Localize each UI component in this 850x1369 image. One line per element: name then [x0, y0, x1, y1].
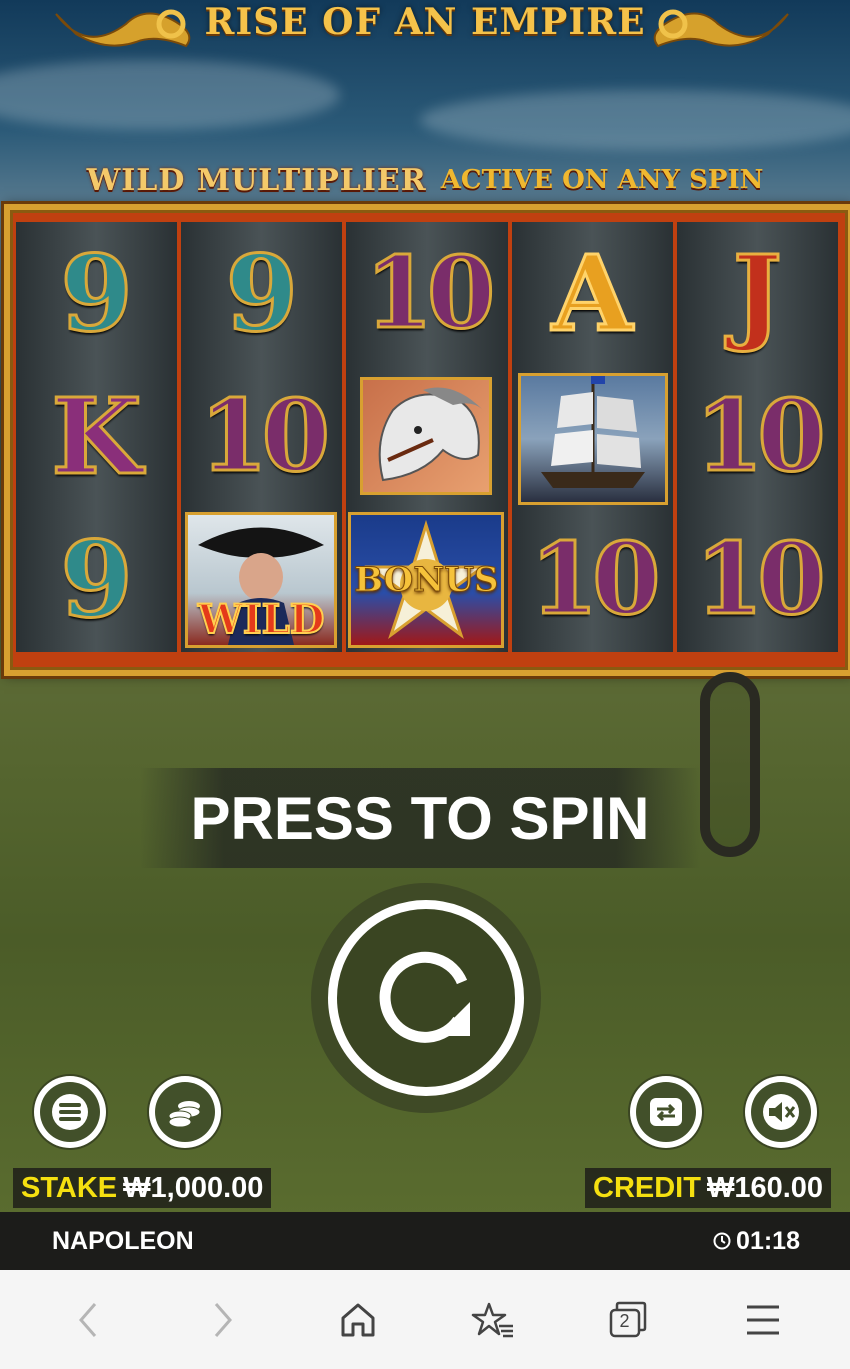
stake-coins-button[interactable] — [149, 1076, 221, 1148]
reel-cell: K — [16, 365, 177, 508]
sound-button-inner — [751, 1082, 811, 1142]
stake-display: STAKE ₩1,000.00 — [13, 1168, 272, 1208]
refresh-arrow-icon — [379, 951, 470, 1043]
star-bookmarks-icon — [471, 1302, 513, 1337]
reel-cell: A — [512, 222, 673, 365]
gold-flourish-right — [653, 9, 789, 48]
reel-cell — [512, 365, 673, 508]
symbol-9: 9 — [59, 231, 134, 355]
horse-head-icon — [379, 387, 484, 482]
bonus-label: BONUS — [354, 560, 499, 601]
reel-cell: 10 — [677, 508, 838, 651]
game-title-bar: RISE OF AN EMPIRE — [0, 0, 850, 52]
cannon-wheel-decoration — [700, 672, 760, 857]
sailing-ship-icon — [540, 376, 645, 488]
credit-value: ₩160.00 — [706, 1171, 824, 1204]
reel-cell: BONUS — [346, 508, 507, 651]
slot-game-screen: RISE OF AN EMPIRE WILD MULTIPLIER ACTIVE… — [0, 0, 850, 1369]
reel-cell: 10 — [677, 365, 838, 508]
symbol-k: K — [50, 374, 143, 498]
reel-cell: 10 — [346, 222, 507, 365]
reel-cell — [346, 365, 507, 508]
browser-menu-button[interactable] — [728, 1285, 798, 1355]
reel-3: 10 BONUS — [346, 222, 508, 652]
reel-cell: 10 — [181, 365, 342, 508]
stake-value: ₩1,000.00 — [123, 1171, 264, 1204]
reel-4: A 10 — [511, 222, 673, 652]
ship-symbol — [517, 373, 668, 505]
symbol-10: 10 — [694, 521, 827, 637]
symbol-a: A — [550, 231, 634, 355]
speaker-muted-icon — [763, 1094, 799, 1130]
tab-count: 2 — [619, 1310, 630, 1331]
reel-cell: 10 — [512, 508, 673, 651]
game-footer-bar: NAPOLEON 01:18 — [0, 1212, 850, 1270]
spin-button-ring — [311, 883, 541, 1113]
home-icon — [341, 1303, 374, 1336]
credit-display: CREDIT ₩160.00 — [585, 1168, 832, 1208]
credit-label: CREDIT — [593, 1171, 701, 1204]
reel-cell: 9 — [181, 222, 342, 365]
wild-symbol: WILD — [185, 512, 338, 648]
reel-2: 9 10 WILD — [181, 222, 343, 652]
symbol-10: 10 — [363, 235, 496, 351]
chevron-left-icon — [78, 1302, 96, 1337]
chevron-right-icon — [214, 1302, 232, 1337]
banner-main-text: WILD MULTIPLIER — [86, 162, 427, 198]
coins-icon — [168, 1101, 201, 1128]
autoplay-repeat-icon — [650, 1098, 682, 1126]
bonus-symbol: BONUS — [348, 512, 505, 648]
symbol-j: J — [731, 231, 783, 355]
browser-nav-bar: 2 — [0, 1270, 850, 1369]
sound-toggle-button[interactable] — [745, 1076, 817, 1148]
session-clock: 01:18 — [712, 1227, 800, 1256]
browser-home-button[interactable] — [323, 1285, 393, 1355]
symbol-9: 9 — [59, 517, 134, 641]
game-title: RISE OF AN EMPIRE — [204, 1, 646, 43]
symbol-10: 10 — [529, 521, 662, 637]
reel-cell: 9 — [16, 508, 177, 651]
reel-grid: 9 K 9 9 10 WILD 10 BONUS A 10 J 10 10 — [16, 222, 839, 652]
symbol-9: 9 — [224, 231, 299, 355]
stake-label: STAKE — [21, 1171, 118, 1204]
browser-forward-button[interactable] — [188, 1285, 258, 1355]
horse-symbol — [360, 377, 493, 495]
reel-cell: 9 — [16, 222, 177, 365]
wild-label: WILD — [197, 595, 325, 644]
press-to-spin-banner: PRESS TO SPIN — [140, 768, 700, 868]
reel-1: 9 K 9 — [16, 222, 178, 652]
browser-back-button[interactable] — [53, 1285, 123, 1355]
banner-sub-text: ACTIVE ON ANY SPIN — [440, 165, 764, 195]
browser-tabs-button[interactable]: 2 — [593, 1285, 663, 1355]
hamburger-icon — [52, 1094, 88, 1130]
menu-button-inner — [40, 1082, 100, 1142]
autoplay-button-inner — [636, 1082, 696, 1142]
menu-lines-icon — [746, 1305, 779, 1334]
autoplay-button[interactable] — [630, 1076, 702, 1148]
symbol-10: 10 — [694, 378, 827, 494]
clock-icon — [713, 1232, 731, 1250]
game-name: NAPOLEON — [52, 1226, 194, 1255]
browser-bookmarks-button[interactable] — [458, 1285, 528, 1355]
coins-button-inner — [155, 1082, 215, 1142]
wild-multiplier-banner: WILD MULTIPLIER ACTIVE ON ANY SPIN — [0, 158, 850, 202]
reel-cell: J — [677, 222, 838, 365]
gold-flourish-left — [55, 9, 191, 48]
session-time: 01:18 — [736, 1226, 800, 1255]
reel-5: J 10 10 — [676, 222, 839, 652]
tabs-icon: 2 — [607, 1300, 649, 1340]
menu-button[interactable] — [34, 1076, 106, 1148]
reel-cell: WILD — [181, 508, 342, 651]
spin-button[interactable] — [328, 900, 524, 1096]
symbol-10: 10 — [198, 378, 331, 494]
press-to-spin-text: PRESS TO SPIN — [190, 784, 650, 852]
